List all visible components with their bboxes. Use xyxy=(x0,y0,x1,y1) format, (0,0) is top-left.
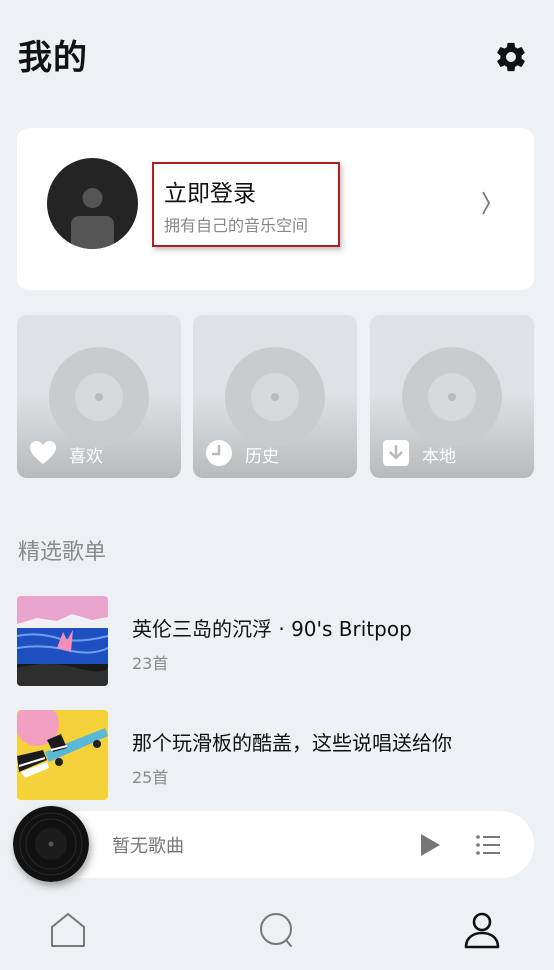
quick-card-label: 本地 xyxy=(422,447,456,467)
now-playing-title: 暂无歌曲 xyxy=(112,836,184,857)
heart-icon xyxy=(30,441,56,464)
chevron-right-icon xyxy=(482,191,491,215)
home-icon[interactable] xyxy=(48,910,88,950)
playlist-cover xyxy=(17,596,108,686)
playlist-count: 25首 xyxy=(132,768,169,787)
playlist-item[interactable]: 那个玩滑板的酷盖，这些说唱送给你 25首 xyxy=(17,710,534,800)
play-icon[interactable] xyxy=(418,832,442,858)
login-title: 立即登录 xyxy=(164,181,256,207)
quick-card-history[interactable]: 历史 xyxy=(193,315,357,478)
disc-icon xyxy=(402,347,502,447)
quick-card-label: 喜欢 xyxy=(69,447,103,467)
section-title: 精选歌单 xyxy=(18,540,107,565)
page-title: 我的 xyxy=(18,38,88,78)
disc-icon xyxy=(225,347,325,447)
playlist-name: 英伦三岛的沉浮 · 90's Britpop xyxy=(132,617,412,641)
quick-card-favorites[interactable]: 喜欢 xyxy=(17,315,181,478)
my-page: 我的 立即登录 拥有自己的音乐空间 喜欢 历史 本地 精选歌单 英伦三岛的沉浮 … xyxy=(0,0,554,970)
quick-card-label: 历史 xyxy=(245,447,279,467)
download-icon xyxy=(383,440,409,466)
vinyl-disc-icon[interactable] xyxy=(13,806,89,882)
search-icon[interactable] xyxy=(256,910,296,950)
avatar[interactable] xyxy=(47,158,138,249)
tab-bar xyxy=(0,890,554,970)
playlist-cover xyxy=(17,710,108,800)
disc-icon xyxy=(49,347,149,447)
playlist-name: 那个玩滑板的酷盖，这些说唱送给你 xyxy=(132,731,452,755)
login-subtitle: 拥有自己的音乐空间 xyxy=(164,216,309,235)
playlist-queue-icon[interactable] xyxy=(475,833,501,857)
quick-card-local[interactable]: 本地 xyxy=(370,315,534,478)
playlist-item[interactable]: 英伦三岛的沉浮 · 90's Britpop 23首 xyxy=(17,596,534,686)
login-card[interactable]: 立即登录 拥有自己的音乐空间 xyxy=(17,128,534,290)
user-placeholder-icon xyxy=(71,188,114,249)
profile-icon[interactable] xyxy=(462,910,502,950)
login-prompt[interactable]: 立即登录 拥有自己的音乐空间 xyxy=(152,162,340,247)
mini-player[interactable]: 暂无歌曲 xyxy=(28,811,534,878)
clock-icon xyxy=(206,440,232,466)
gear-icon[interactable] xyxy=(494,40,528,74)
header: 我的 xyxy=(0,0,554,110)
playlist-count: 23首 xyxy=(132,654,169,673)
